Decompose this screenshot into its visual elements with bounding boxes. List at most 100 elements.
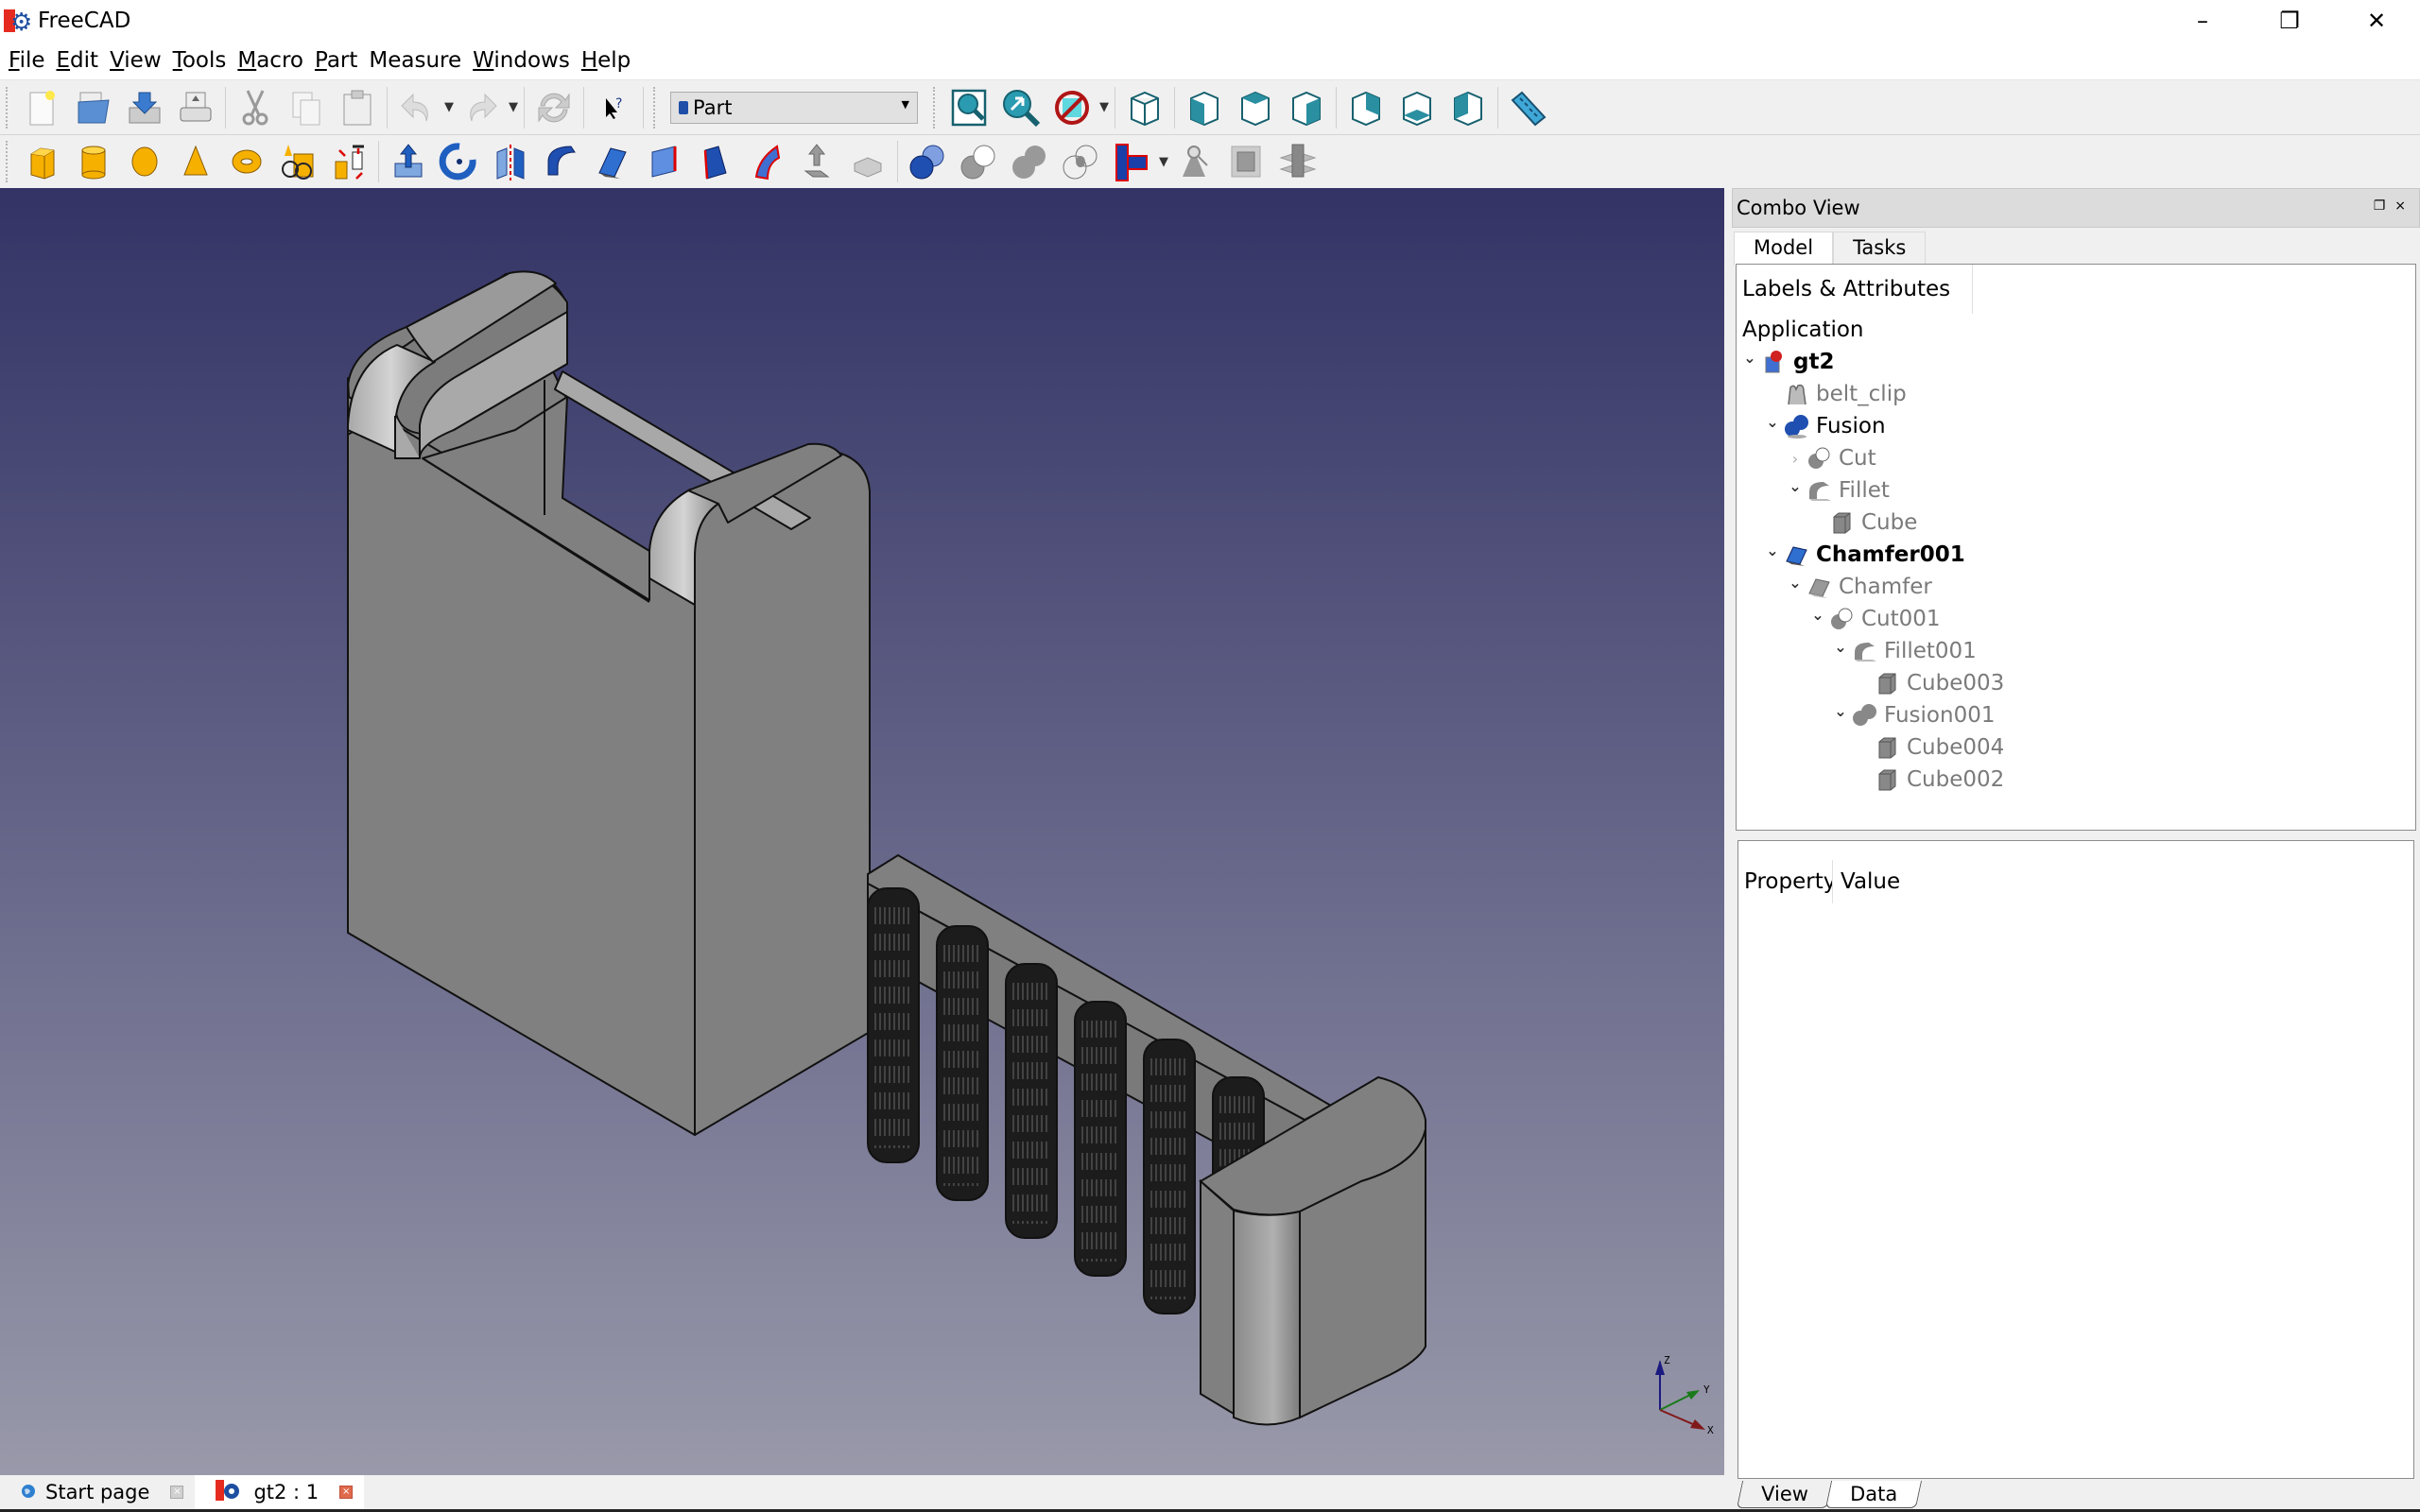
front-view-button[interactable] [1179, 83, 1230, 132]
chevron-down-icon[interactable]: ⌄ [1763, 413, 1782, 431]
paste-button[interactable] [332, 83, 383, 132]
copy-button[interactable] [281, 83, 332, 132]
sphere-button[interactable] [119, 137, 170, 186]
fit-all-button[interactable] [944, 83, 995, 132]
menu-macro[interactable]: Macro [233, 48, 310, 73]
box-button[interactable] [17, 137, 68, 186]
document-tab-start-page[interactable]: Start page × [0, 1475, 195, 1509]
menu-tools[interactable]: Tools [168, 48, 233, 73]
tree-column-header[interactable]: Labels & Attributes [1737, 265, 1973, 314]
document-tab-gt2[interactable]: gt2 : 1 × [195, 1475, 365, 1509]
cut-boolean-button[interactable] [953, 137, 1004, 186]
draw-style-dropdown[interactable]: ▼ [1098, 83, 1111, 132]
undo-dropdown[interactable]: ▼ [442, 83, 456, 132]
property-column-header[interactable]: Property [1738, 860, 1833, 903]
close-tab-icon[interactable]: × [339, 1486, 354, 1499]
tree-item-cut[interactable]: › Cut [1737, 442, 2415, 474]
toolbar-grip[interactable] [653, 86, 659, 129]
minimize-button[interactable]: – [2159, 0, 2246, 42]
tree-item-cube002[interactable]: Cube002 [1737, 764, 2415, 796]
tree-item-gt2[interactable]: ⌄ gt2 [1737, 346, 2415, 378]
chevron-down-icon[interactable]: ⌄ [1808, 606, 1827, 624]
redo-button[interactable] [456, 83, 507, 132]
menu-part[interactable]: Part [310, 48, 364, 73]
tree-item-cube003[interactable]: Cube003 [1737, 667, 2415, 699]
join-features-dropdown[interactable]: ▼ [1157, 137, 1170, 186]
menu-view[interactable]: View [105, 48, 168, 73]
tab-model[interactable]: Model [1734, 232, 1834, 266]
measure-button[interactable] [1502, 83, 1553, 132]
tree-item-fusion[interactable]: ⌄ Fusion [1737, 410, 2415, 442]
close-button[interactable]: ✕ [2333, 0, 2420, 42]
redo-dropdown[interactable]: ▼ [507, 83, 520, 132]
chamfer-button[interactable] [587, 137, 638, 186]
open-button[interactable] [68, 83, 119, 132]
tree-item-fillet[interactable]: ⌄ Fillet [1737, 474, 2415, 507]
make-face-button[interactable] [638, 137, 689, 186]
chevron-down-icon[interactable]: ⌄ [1786, 477, 1805, 495]
join-features-button[interactable] [1106, 137, 1157, 186]
toolbar-grip[interactable] [933, 86, 939, 129]
tree-item-cut001[interactable]: ⌄ Cut001 [1737, 603, 2415, 635]
sweep-button[interactable] [791, 137, 842, 186]
3d-viewport[interactable]: Z Y X [0, 188, 1724, 1475]
panel-splitter[interactable] [1724, 188, 1732, 1512]
tree-item-belt-clip[interactable]: belt_clip [1737, 378, 2415, 410]
chevron-down-icon[interactable]: ⌄ [1763, 541, 1782, 559]
loft-button[interactable] [740, 137, 791, 186]
section-button[interactable] [842, 137, 893, 186]
tree-item-fusion001[interactable]: ⌄ Fusion001 [1737, 699, 2415, 731]
common-button[interactable] [1055, 137, 1106, 186]
mirror-button[interactable] [485, 137, 536, 186]
check-geometry-button[interactable] [1170, 137, 1221, 186]
menu-edit[interactable]: Edit [52, 48, 106, 73]
restore-button[interactable]: ❐ [2246, 0, 2333, 42]
toolbar-grip[interactable] [6, 141, 11, 182]
tree-item-chamfer[interactable]: ⌄ Chamfer [1737, 571, 2415, 603]
whats-this-button[interactable]: ? [588, 83, 639, 132]
create-primitives-button[interactable] [272, 137, 323, 186]
menu-measure[interactable]: Measure [364, 48, 468, 73]
thickness-button[interactable] [1272, 137, 1323, 186]
offset-button[interactable] [1221, 137, 1272, 186]
close-panel-icon[interactable]: × [2394, 198, 2415, 214]
boolean-button[interactable] [902, 137, 953, 186]
revolve-button[interactable] [434, 137, 485, 186]
tree-item-fillet001[interactable]: ⌄ Fillet001 [1737, 635, 2415, 667]
value-column-header[interactable]: Value [1833, 869, 1900, 894]
left-view-button[interactable] [1443, 83, 1494, 132]
bottom-view-button[interactable] [1392, 83, 1443, 132]
tab-tasks[interactable]: Tasks [1833, 232, 1927, 266]
rear-view-button[interactable] [1340, 83, 1392, 132]
cut-button[interactable] [230, 83, 281, 132]
draw-style-button[interactable] [1046, 83, 1098, 132]
menu-file[interactable]: File [4, 48, 52, 73]
torus-button[interactable] [221, 137, 272, 186]
model-scene[interactable] [0, 188, 1724, 1475]
workbench-selector[interactable]: Part ▼ [670, 91, 918, 124]
toolbar-grip[interactable] [6, 86, 11, 129]
shape-builder-button[interactable] [323, 137, 374, 186]
close-tab-icon[interactable]: × [170, 1486, 184, 1499]
fuse-button[interactable] [1004, 137, 1055, 186]
extrude-button[interactable] [383, 137, 434, 186]
save-button[interactable] [119, 83, 170, 132]
tree-item-cube004[interactable]: Cube004 [1737, 731, 2415, 764]
cone-button[interactable] [170, 137, 221, 186]
menu-windows[interactable]: Windows [468, 48, 577, 73]
undo-button[interactable] [391, 83, 442, 132]
right-view-button[interactable] [1281, 83, 1332, 132]
fillet-button[interactable] [536, 137, 587, 186]
property-tab-data[interactable]: Data [1824, 1481, 1923, 1508]
top-view-button[interactable] [1230, 83, 1281, 132]
fit-selection-button[interactable] [995, 83, 1046, 132]
new-document-button[interactable] [17, 83, 68, 132]
property-tab-view[interactable]: View [1736, 1481, 1833, 1508]
chevron-right-icon[interactable]: › [1786, 450, 1805, 468]
ruled-surface-button[interactable] [689, 137, 740, 186]
tree-item-application[interactable]: Application [1737, 314, 2415, 346]
menu-help[interactable]: Help [577, 48, 637, 73]
print-button[interactable] [170, 83, 221, 132]
chevron-down-icon[interactable]: ⌄ [1831, 638, 1850, 656]
cylinder-button[interactable] [68, 137, 119, 186]
